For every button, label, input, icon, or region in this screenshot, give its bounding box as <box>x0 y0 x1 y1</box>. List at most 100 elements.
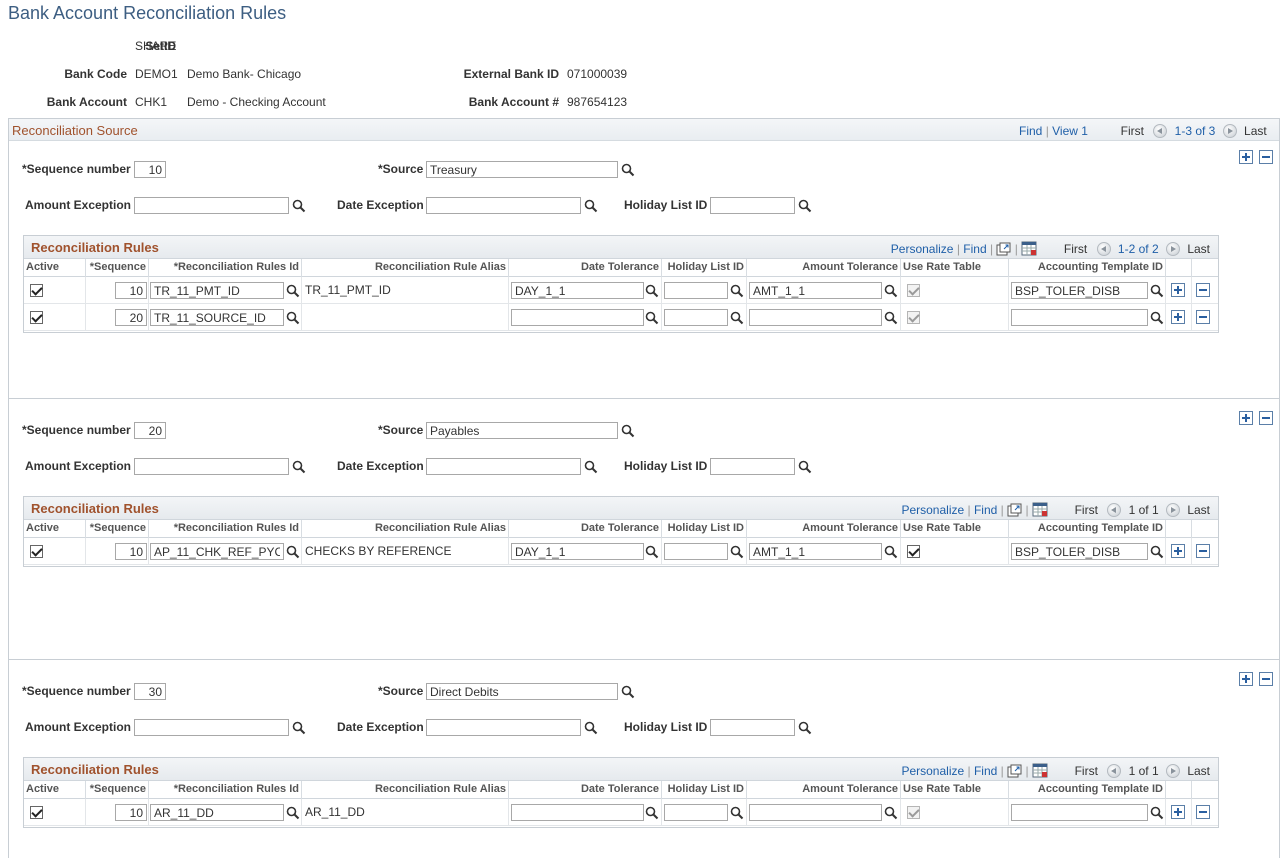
use-rate-table-checkbox[interactable] <box>907 545 920 558</box>
search-icon[interactable] <box>645 545 659 559</box>
grid-find-link[interactable]: Find <box>974 503 997 517</box>
active-checkbox[interactable] <box>30 545 43 558</box>
amount-exception-input[interactable] <box>134 458 289 475</box>
date-tolerance-input[interactable] <box>511 309 644 326</box>
rules-id-input[interactable] <box>150 543 284 560</box>
search-icon[interactable] <box>1150 311 1164 325</box>
use-rate-table-checkbox[interactable] <box>907 284 920 297</box>
delete-row-button[interactable] <box>1196 283 1210 297</box>
date-tolerance-input[interactable] <box>511 804 644 821</box>
search-icon[interactable] <box>292 721 306 735</box>
search-icon[interactable] <box>584 199 598 213</box>
date-exception-input[interactable] <box>426 458 581 475</box>
amount-exception-input[interactable] <box>134 719 289 736</box>
delete-row-button[interactable] <box>1196 310 1210 324</box>
sequence-number-input[interactable] <box>134 683 166 700</box>
search-icon[interactable] <box>621 163 635 177</box>
add-row-button[interactable] <box>1171 283 1185 297</box>
holiday-list-input[interactable] <box>664 309 728 326</box>
use-rate-table-checkbox[interactable] <box>907 806 920 819</box>
source-view-link[interactable]: View 1 <box>1052 124 1088 138</box>
date-tolerance-input[interactable] <box>511 282 644 299</box>
add-source-button[interactable] <box>1239 411 1253 425</box>
date-exception-input[interactable] <box>426 719 581 736</box>
search-icon[interactable] <box>621 424 635 438</box>
rules-id-input[interactable] <box>150 282 284 299</box>
date-tolerance-input[interactable] <box>511 543 644 560</box>
search-icon[interactable] <box>884 284 898 298</box>
next-arrow-icon[interactable] <box>1223 124 1237 138</box>
view-all-icon[interactable] <box>1007 503 1022 520</box>
amount-exception-input[interactable] <box>134 197 289 214</box>
sequence-input[interactable] <box>115 309 147 326</box>
view-all-icon[interactable] <box>996 242 1011 259</box>
search-icon[interactable] <box>884 806 898 820</box>
search-icon[interactable] <box>730 311 744 325</box>
holiday-list-input[interactable] <box>664 543 728 560</box>
source-input[interactable] <box>426 683 618 700</box>
holiday-list-input[interactable] <box>664 282 728 299</box>
holiday-list-id-input[interactable] <box>710 719 795 736</box>
holiday-list-id-input[interactable] <box>710 197 795 214</box>
add-row-button[interactable] <box>1171 805 1185 819</box>
rules-id-input[interactable] <box>150 804 284 821</box>
search-icon[interactable] <box>584 721 598 735</box>
accounting-template-input[interactable] <box>1011 282 1148 299</box>
add-row-button[interactable] <box>1171 544 1185 558</box>
search-icon[interactable] <box>584 460 598 474</box>
personalize-link[interactable]: Personalize <box>901 764 964 778</box>
search-icon[interactable] <box>286 284 300 298</box>
download-grid-icon[interactable] <box>1021 241 1037 259</box>
amount-tolerance-input[interactable] <box>749 309 882 326</box>
previous-arrow-icon[interactable] <box>1097 242 1111 256</box>
add-source-button[interactable] <box>1239 672 1253 686</box>
search-icon[interactable] <box>286 311 300 325</box>
amount-tolerance-input[interactable] <box>749 282 882 299</box>
grid-find-link[interactable]: Find <box>974 764 997 778</box>
rules-id-input[interactable] <box>150 309 284 326</box>
search-icon[interactable] <box>621 685 635 699</box>
search-icon[interactable] <box>1150 545 1164 559</box>
next-arrow-icon[interactable] <box>1166 764 1180 778</box>
delete-source-button[interactable] <box>1259 411 1273 425</box>
previous-arrow-icon[interactable] <box>1107 764 1121 778</box>
source-find-link[interactable]: Find <box>1019 124 1042 138</box>
download-grid-icon[interactable] <box>1032 763 1048 781</box>
source-input[interactable] <box>426 422 618 439</box>
holiday-list-id-input[interactable] <box>710 458 795 475</box>
accounting-template-input[interactable] <box>1011 309 1148 326</box>
search-icon[interactable] <box>1150 806 1164 820</box>
search-icon[interactable] <box>645 284 659 298</box>
search-icon[interactable] <box>730 284 744 298</box>
search-icon[interactable] <box>884 311 898 325</box>
sequence-input[interactable] <box>115 804 147 821</box>
search-icon[interactable] <box>798 199 812 213</box>
search-icon[interactable] <box>1150 284 1164 298</box>
search-icon[interactable] <box>286 545 300 559</box>
search-icon[interactable] <box>645 806 659 820</box>
next-arrow-icon[interactable] <box>1166 242 1180 256</box>
accounting-template-input[interactable] <box>1011 804 1148 821</box>
active-checkbox[interactable] <box>30 806 43 819</box>
source-input[interactable] <box>426 161 618 178</box>
sequence-input[interactable] <box>115 282 147 299</box>
search-icon[interactable] <box>798 460 812 474</box>
sequence-number-input[interactable] <box>134 422 166 439</box>
holiday-list-input[interactable] <box>664 804 728 821</box>
use-rate-table-checkbox[interactable] <box>907 311 920 324</box>
active-checkbox[interactable] <box>30 284 43 297</box>
search-icon[interactable] <box>292 199 306 213</box>
sequence-number-input[interactable] <box>134 161 166 178</box>
add-row-button[interactable] <box>1171 310 1185 324</box>
accounting-template-input[interactable] <box>1011 543 1148 560</box>
personalize-link[interactable]: Personalize <box>901 503 964 517</box>
previous-arrow-icon[interactable] <box>1107 503 1121 517</box>
delete-source-button[interactable] <box>1259 672 1273 686</box>
next-arrow-icon[interactable] <box>1166 503 1180 517</box>
amount-tolerance-input[interactable] <box>749 804 882 821</box>
active-checkbox[interactable] <box>30 311 43 324</box>
download-grid-icon[interactable] <box>1032 502 1048 520</box>
view-all-icon[interactable] <box>1007 764 1022 781</box>
search-icon[interactable] <box>292 460 306 474</box>
amount-tolerance-input[interactable] <box>749 543 882 560</box>
